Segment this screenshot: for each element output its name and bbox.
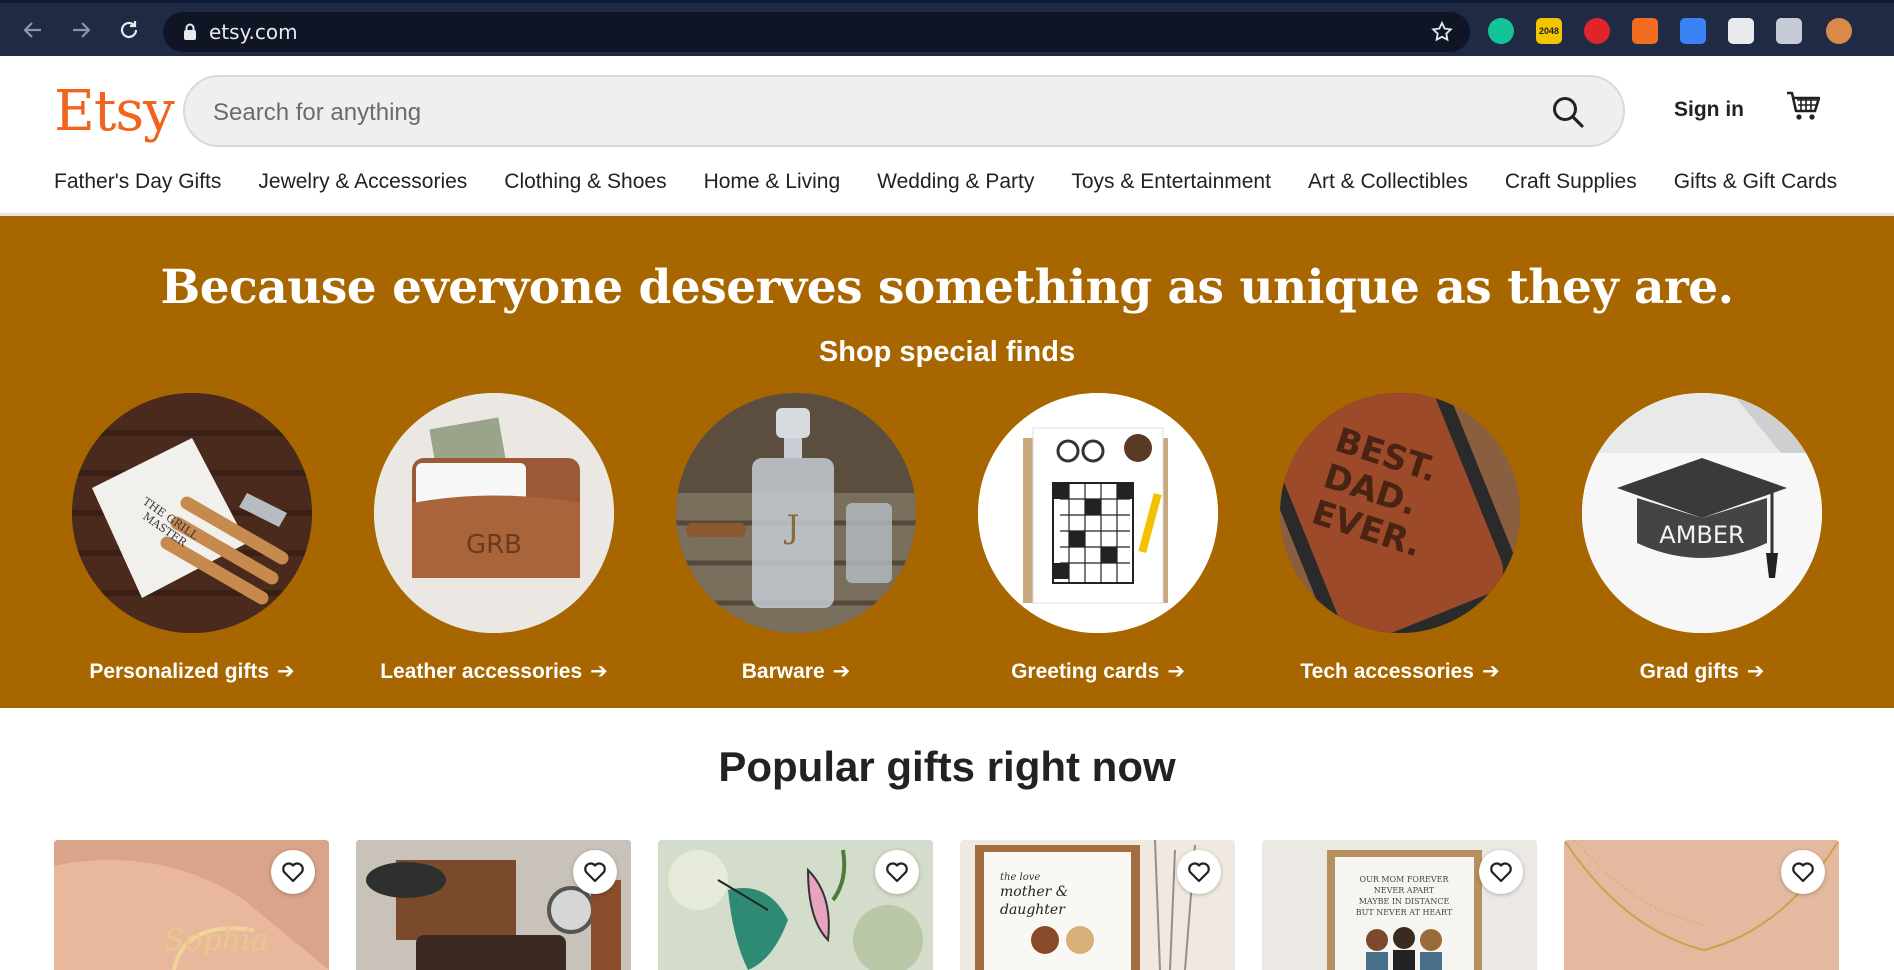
find-label: Grad gifts ➔: [1639, 660, 1765, 683]
arrow-right-icon: ➔: [590, 660, 608, 683]
popular-item-wallet-watch[interactable]: [356, 840, 631, 970]
svg-text:the love: the love: [1000, 872, 1040, 883]
forward-button[interactable]: [66, 15, 96, 45]
bookmark-star-icon[interactable]: [1430, 20, 1454, 49]
svg-text:MAYBE IN DISTANCE: MAYBE IN DISTANCE: [1359, 897, 1450, 906]
cart-icon[interactable]: [1786, 90, 1821, 127]
arrow-right-icon: ➔: [1481, 660, 1500, 683]
search-bar[interactable]: Search for anything: [183, 75, 1625, 147]
search-input[interactable]: Search for anything: [213, 99, 421, 127]
wood-phone-case-icon: BEST. DAD. EVER.: [1280, 393, 1520, 633]
crossword-card-icon: [978, 393, 1218, 633]
popular-item-name-ring[interactable]: Sophia: [54, 840, 329, 970]
favorite-heart-button[interactable]: [1781, 850, 1825, 894]
extension-label: 2048: [1538, 26, 1560, 36]
honey-icon[interactable]: [1632, 18, 1658, 44]
svg-text:Sophia: Sophia: [164, 923, 269, 958]
find-leather-accessories[interactable]: GRB Leather accessories ➔: [374, 393, 614, 683]
heart-icon: [282, 862, 304, 883]
back-arrow-icon: [23, 22, 41, 38]
heart-icon: [584, 862, 606, 883]
bbq-tool-set-icon: THE GRILL MASTER: [72, 393, 312, 633]
find-barware[interactable]: J Barware ➔: [676, 393, 916, 683]
find-personalized-gifts[interactable]: THE GRILL MASTER Personalized gifts ➔: [72, 393, 312, 683]
wallet-monogram: GRB: [466, 530, 522, 560]
category-wedding-party[interactable]: Wedding & Party: [877, 170, 1034, 200]
lock-icon: [183, 23, 197, 41]
category-art-collectibles[interactable]: Art & Collectibles: [1308, 170, 1468, 200]
grammarly-icon[interactable]: [1488, 18, 1514, 44]
favorite-heart-button[interactable]: [271, 850, 315, 894]
etsy-logo[interactable]: Etsy: [54, 82, 175, 142]
arrow-right-icon: ➔: [1746, 660, 1765, 683]
favorite-heart-button[interactable]: [1479, 850, 1523, 894]
back-button[interactable]: [18, 15, 48, 45]
address-bar[interactable]: etsy.com: [163, 12, 1470, 52]
url-text: etsy.com: [209, 20, 298, 44]
heart-icon: [1490, 862, 1512, 883]
banner-headline: Because everyone deserves something as u…: [160, 260, 1734, 315]
banner-subhead: Shop special finds: [818, 336, 1076, 368]
svg-text:NEVER APART: NEVER APART: [1374, 886, 1435, 895]
arrow-right-icon: ➔: [1167, 660, 1185, 683]
extensions-puzzle-icon[interactable]: [1776, 18, 1802, 44]
browser-toolbar: etsy.com 2048: [0, 0, 1894, 56]
grad-cap-name: AMBER: [1659, 521, 1744, 549]
reload-button[interactable]: [114, 15, 144, 45]
popular-item-mother-daughter-print[interactable]: the love mother & daughter: [960, 840, 1235, 970]
grad-cap-icon: AMBER: [1582, 393, 1822, 633]
favorite-heart-button[interactable]: [573, 850, 617, 894]
arrow-right-icon: ➔: [832, 660, 851, 683]
popular-item-family-print[interactable]: OUR MOM FOREVER NEVER APART MAYBE IN DIS…: [1262, 840, 1537, 970]
popular-item-hummingbird[interactable]: [658, 840, 933, 970]
hand-icon[interactable]: [1728, 18, 1754, 44]
leather-wallet-icon: GRB: [374, 393, 614, 633]
whiskey-decanter-icon: J: [676, 393, 916, 633]
find-greeting-cards[interactable]: Greeting cards ➔: [978, 393, 1218, 683]
pen-icon[interactable]: [1680, 18, 1706, 44]
find-grad-gifts[interactable]: AMBER Grad gifts ➔: [1582, 393, 1822, 683]
category-home-living[interactable]: Home & Living: [704, 170, 841, 200]
favorite-heart-button[interactable]: [1177, 850, 1221, 894]
2048-icon[interactable]: 2048: [1536, 18, 1562, 44]
arrow-right-icon: ➔: [277, 660, 295, 683]
category-craft-supplies[interactable]: Craft Supplies: [1505, 170, 1637, 200]
special-finds-banner: Because everyone deserves something as u…: [0, 216, 1894, 708]
search-icon[interactable]: [1551, 95, 1585, 134]
category-nav: Father's Day Gifts Jewelry & Accessories…: [54, 170, 1837, 200]
svg-text:daughter: daughter: [1000, 902, 1066, 918]
favorite-heart-button[interactable]: [875, 850, 919, 894]
popular-item-gold-necklace[interactable]: [1564, 840, 1839, 970]
category-gifts-gift-cards[interactable]: Gifts & Gift Cards: [1674, 170, 1837, 200]
category-jewelry-accessories[interactable]: Jewelry & Accessories: [258, 170, 467, 200]
svg-text:mother &: mother &: [1000, 884, 1068, 900]
category-clothing-shoes[interactable]: Clothing & Shoes: [504, 170, 666, 200]
adblock-icon[interactable]: [1584, 18, 1610, 44]
svg-text:OUR MOM FOREVER: OUR MOM FOREVER: [1360, 875, 1450, 884]
svg-text:BUT NEVER AT HEART: BUT NEVER AT HEART: [1356, 908, 1453, 917]
sign-in-link[interactable]: Sign in: [1674, 98, 1744, 122]
profile-avatar-icon[interactable]: [1826, 18, 1852, 44]
category-toys-entertainment[interactable]: Toys & Entertainment: [1071, 170, 1271, 200]
heart-icon: [1188, 862, 1210, 883]
forward-arrow-icon: [73, 22, 91, 38]
reload-icon: [120, 21, 138, 39]
heart-icon: [886, 862, 908, 883]
heart-icon: [1792, 862, 1814, 883]
category-fathers-day-gifts[interactable]: Father's Day Gifts: [54, 170, 221, 200]
find-tech-accessories[interactable]: BEST. DAD. EVER. Tech accessories ➔: [1280, 393, 1520, 683]
svg-text:J: J: [784, 508, 800, 546]
popular-section-title: Popular gifts right now: [718, 743, 1176, 790]
